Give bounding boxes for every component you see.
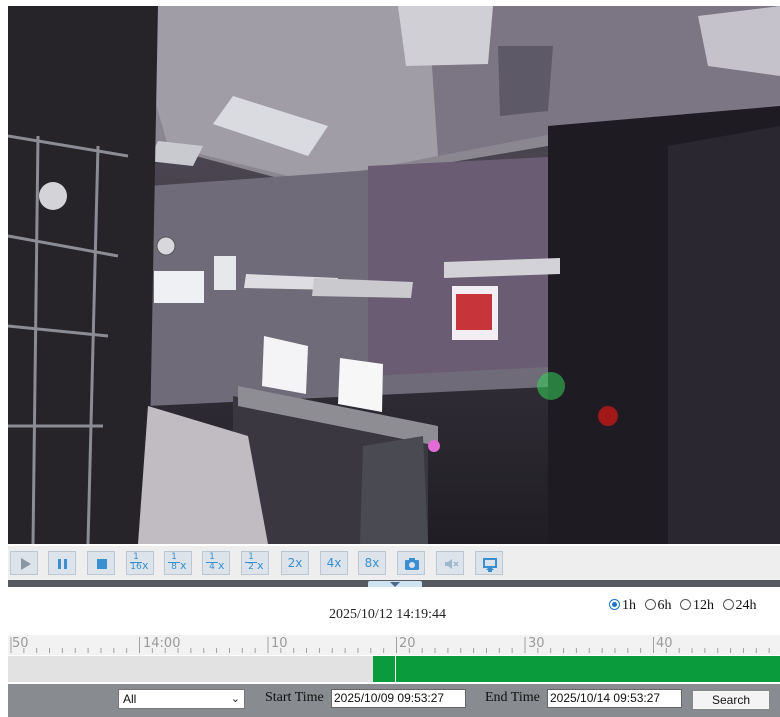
play-button[interactable] bbox=[10, 551, 38, 575]
pause-button[interactable] bbox=[48, 551, 76, 575]
mute-button[interactable] bbox=[436, 551, 464, 575]
range-label: 1h bbox=[622, 598, 636, 613]
speed-1-8-button[interactable]: 18 x bbox=[164, 551, 192, 575]
radio-icon bbox=[609, 599, 620, 610]
speed-1-2-button[interactable]: 12 x bbox=[241, 551, 269, 575]
playback-cursor[interactable] bbox=[395, 656, 396, 682]
fraction-label: 1 16 bbox=[130, 553, 142, 572]
end-time-label: End Time bbox=[485, 690, 540, 705]
radio-icon bbox=[722, 599, 734, 610]
start-time-label: Start Time bbox=[265, 690, 324, 705]
radio-icon bbox=[680, 599, 691, 610]
play-icon bbox=[21, 558, 31, 570]
ruler-label: 14:00 bbox=[143, 636, 181, 651]
fraction-denominator: 4 bbox=[209, 562, 215, 572]
start-time-input[interactable]: 2025/10/09 09:53:27 bbox=[331, 689, 466, 708]
stop-button[interactable] bbox=[87, 551, 115, 575]
filter-value: All bbox=[123, 692, 137, 706]
fraction-denominator: 8 bbox=[171, 562, 177, 572]
fraction-denominator: 16 bbox=[130, 562, 142, 572]
ruler-label: 40 bbox=[656, 636, 673, 651]
camera-video-view[interactable] bbox=[8, 6, 780, 544]
stop-icon bbox=[97, 559, 107, 569]
channel-filter-select[interactable]: All ⌄ bbox=[118, 689, 245, 709]
fraction-label: 12 bbox=[245, 553, 257, 572]
collapse-handle[interactable] bbox=[368, 581, 422, 587]
fisheye-lab-scene bbox=[8, 6, 780, 544]
end-time-input[interactable]: 2025/10/14 09:53:27 bbox=[547, 689, 682, 708]
range-option-1h[interactable]: 1h bbox=[609, 598, 636, 614]
speed-4x-button[interactable]: 4x bbox=[320, 551, 348, 575]
search-bar: All ⌄ Start Time 2025/10/09 09:53:27 End… bbox=[8, 684, 780, 717]
range-option-24h[interactable]: 24h bbox=[722, 598, 757, 614]
recording-timeline[interactable] bbox=[8, 656, 780, 682]
ruler-label: 50 bbox=[12, 636, 29, 651]
time-range-options: 1h 6h 12h 24h bbox=[609, 598, 762, 614]
range-label: 24h bbox=[735, 598, 757, 613]
speed-suffix: x bbox=[180, 559, 187, 572]
pause-icon bbox=[58, 559, 67, 569]
fraction-denominator: 2 bbox=[248, 562, 254, 572]
ruler-label: 10 bbox=[271, 636, 288, 651]
chevron-down-icon bbox=[390, 582, 400, 587]
radio-icon bbox=[644, 599, 656, 610]
fraction-label: 18 bbox=[168, 553, 180, 572]
speed-suffix: x bbox=[142, 559, 149, 572]
timeline-ruler: 50 14:00 10 20 30 40 bbox=[8, 635, 780, 655]
speed-suffix: x bbox=[218, 559, 225, 572]
panel-divider bbox=[8, 580, 780, 587]
range-option-6h[interactable]: 6h bbox=[644, 598, 672, 614]
snapshot-button[interactable] bbox=[397, 551, 425, 575]
playback-toolbar: 1 16 x 18 x 14 x 12 x 2x 4x 8x bbox=[8, 546, 780, 580]
chevron-down-icon: ⌄ bbox=[230, 693, 240, 705]
range-option-12h[interactable]: 12h bbox=[680, 598, 714, 614]
speaker-muted-icon bbox=[445, 559, 459, 569]
ruler-label: 30 bbox=[528, 636, 545, 651]
current-datetime: 2025/10/12 14:19:44 bbox=[329, 607, 447, 622]
speed-suffix: x bbox=[257, 559, 264, 572]
ruler-label: 20 bbox=[399, 636, 416, 651]
download-button[interactable] bbox=[475, 551, 503, 575]
speed-1-4-button[interactable]: 14 x bbox=[202, 551, 230, 575]
range-label: 12h bbox=[693, 598, 714, 613]
speed-8x-button[interactable]: 8x bbox=[358, 551, 386, 575]
search-button[interactable]: Search bbox=[692, 690, 770, 710]
recorded-segment[interactable] bbox=[373, 656, 780, 682]
fraction-label: 14 bbox=[206, 553, 218, 572]
speed-2x-button[interactable]: 2x bbox=[281, 551, 309, 575]
range-label: 6h bbox=[657, 598, 672, 613]
camera-icon bbox=[405, 558, 419, 570]
speed-1-16-button[interactable]: 1 16 x bbox=[126, 551, 154, 575]
download-icon bbox=[483, 558, 497, 572]
